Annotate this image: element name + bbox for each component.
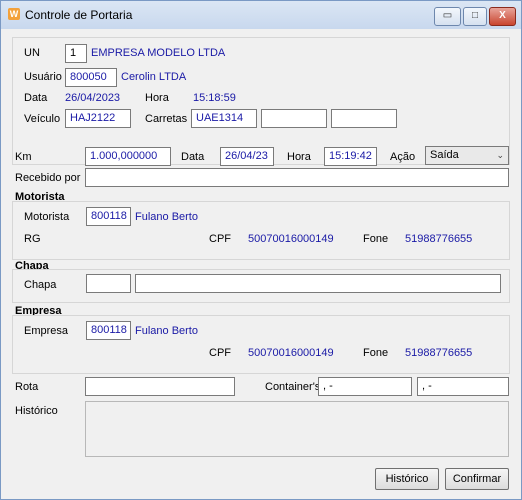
app-icon: W (8, 8, 20, 20)
window-title: Controle de Portaria (25, 8, 133, 22)
un-label: UN (24, 47, 40, 59)
hora-value: 15:18:59 (193, 92, 236, 104)
carreta-3-input[interactable] (331, 109, 397, 128)
chapa-label: Chapa (24, 279, 57, 291)
motorista-cpf-value: 50070016000149 (248, 233, 334, 245)
title-bar[interactable]: W Controle de Portaria ▭ □ X (1, 1, 521, 29)
container-2-input[interactable]: , - (417, 377, 509, 396)
chapa-name-input[interactable] (135, 274, 501, 293)
motorista-cpf-label: CPF (209, 233, 231, 245)
historico-label: Histórico (15, 405, 58, 417)
row-hora-input[interactable]: 15:19:42 (324, 147, 377, 166)
historico-button[interactable]: Histórico (375, 468, 439, 490)
rota-input[interactable] (85, 377, 235, 396)
data-label: Data (24, 92, 48, 104)
empresa-fone-label: Fone (363, 347, 389, 359)
row-hora-label: Hora (287, 151, 311, 163)
close-button[interactable]: X (489, 7, 516, 26)
usuario-input[interactable]: 800050 (65, 68, 117, 87)
chapa-code-input[interactable] (86, 274, 131, 293)
empresa-label: Empresa (24, 325, 69, 337)
un-company-name: EMPRESA MODELO LTDA (91, 47, 226, 59)
maximize-button[interactable]: □ (463, 7, 487, 26)
motorista-code-input[interactable]: 800118 (86, 207, 131, 226)
veiculo-input[interactable]: HAJ2122 (65, 109, 131, 128)
usuario-name: Cerolin LTDA (121, 71, 187, 83)
chapa-group: Chapa (12, 269, 510, 303)
acao-selected-value: Saída (430, 149, 459, 161)
usuario-label: Usuário (24, 71, 62, 83)
row-data-input[interactable]: 26/04/23 (220, 147, 274, 166)
minimize-button[interactable]: ▭ (434, 7, 461, 26)
empresa-group: Empresa 800118 Fulano Berto CPF 50070016… (12, 315, 510, 374)
data-value: 26/04/2023 (65, 92, 121, 104)
motorista-name: Fulano Berto (135, 211, 198, 223)
row-data-label: Data (181, 151, 205, 163)
confirmar-button[interactable]: Confirmar (445, 468, 509, 490)
app-window: W Controle de Portaria ▭ □ X UN 1 EMPRES… (0, 0, 522, 500)
rota-label: Rota (15, 381, 39, 393)
un-input[interactable]: 1 (65, 44, 87, 63)
veiculo-label: Veículo (24, 113, 61, 125)
km-label: Km (15, 151, 32, 163)
empresa-name: Fulano Berto (135, 325, 198, 337)
motorista-label: Motorista (24, 211, 70, 223)
km-input[interactable]: 1.000,000000 (85, 147, 171, 166)
carreta-1-input[interactable]: UAE1314 (191, 109, 257, 128)
empresa-cpf-value: 50070016000149 (248, 347, 334, 359)
empresa-code-input[interactable]: 800118 (86, 321, 131, 340)
carreta-2-input[interactable] (261, 109, 327, 128)
recebido-label: Recebido por (15, 172, 81, 184)
historico-textarea[interactable] (85, 401, 509, 457)
form-client-area: UN 1 EMPRESA MODELO LTDA Usuário 800050 … (9, 29, 513, 492)
empresa-cpf-label: CPF (209, 347, 231, 359)
motorista-fone-label: Fone (363, 233, 389, 245)
empresa-fone-value: 51988776655 (405, 347, 473, 359)
rg-label: RG (24, 233, 41, 245)
chevron-down-icon: ⌄ (496, 150, 504, 160)
container-1-input[interactable]: , - (318, 377, 412, 396)
motorista-group: Motorista 800118 Fulano Berto RG CPF 500… (12, 201, 510, 260)
hora-label: Hora (145, 92, 169, 104)
recebido-input[interactable] (85, 168, 509, 187)
acao-label: Ação (390, 151, 416, 163)
carretas-label: Carretas (145, 113, 188, 125)
containers-label: Container's (265, 381, 321, 393)
acao-select[interactable]: Saída ⌄ (425, 146, 509, 165)
motorista-fone-value: 51988776655 (405, 233, 473, 245)
